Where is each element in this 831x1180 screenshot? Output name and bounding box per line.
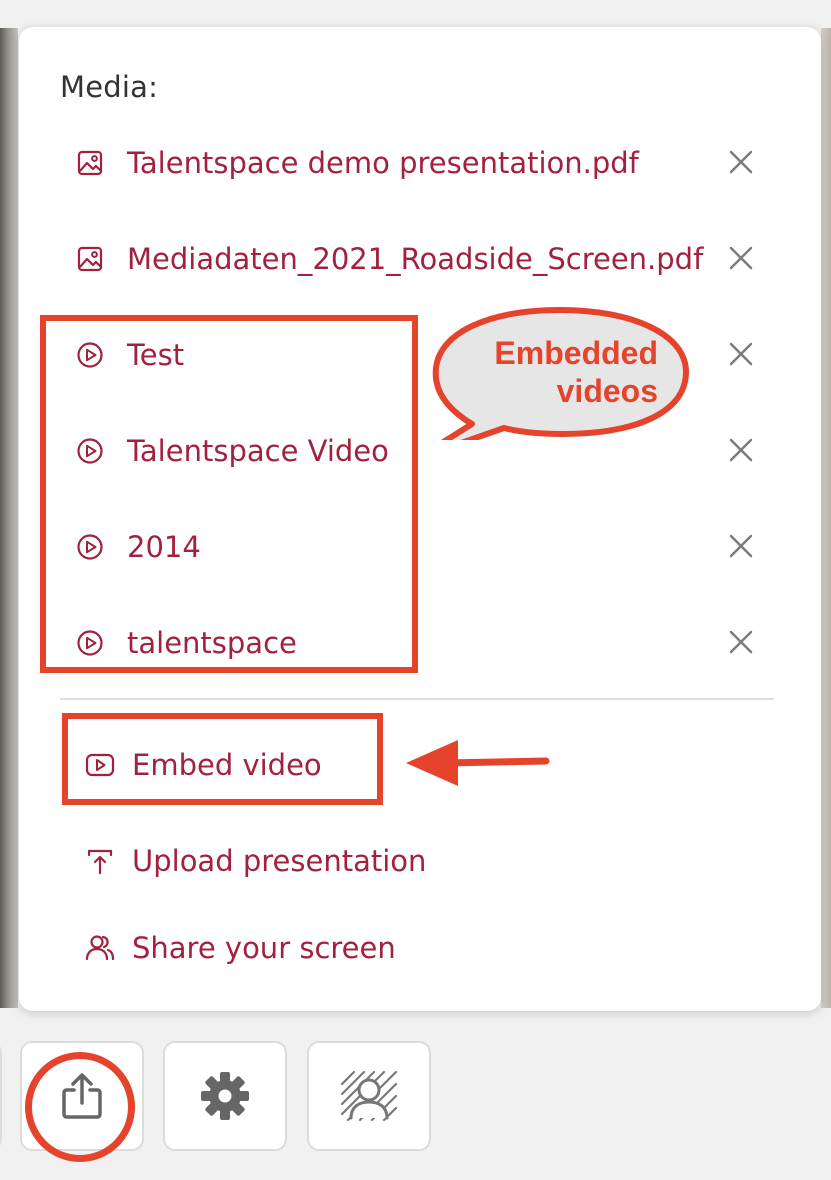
- media-heading: Media:: [60, 70, 159, 104]
- speech-bubble-text: Embedded videos: [448, 334, 658, 410]
- bubble-line-2: videos: [556, 373, 658, 409]
- upload-icon: [84, 845, 116, 877]
- users-icon: [84, 932, 116, 964]
- close-icon: [729, 534, 753, 558]
- remove-button[interactable]: [722, 335, 760, 373]
- media-item-pdf-2[interactable]: Mediadaten_2021_Roadside_Screen.pdf: [76, 239, 776, 279]
- remove-button[interactable]: [722, 431, 760, 469]
- background-video-right: [821, 28, 831, 1008]
- media-item-label: Talentspace demo presentation.pdf: [127, 146, 639, 180]
- remove-button[interactable]: [722, 143, 760, 181]
- annotation-box-videos: [40, 315, 418, 673]
- close-icon: [729, 150, 753, 174]
- close-icon: [729, 246, 753, 270]
- upload-presentation-label: Upload presentation: [132, 844, 427, 878]
- divider: [60, 698, 774, 700]
- annotation-circle: [25, 1052, 135, 1162]
- toolbar-button-partial[interactable]: [0, 1041, 2, 1151]
- share-screen-button[interactable]: Share your screen: [84, 928, 396, 968]
- background-blur-icon: [340, 1070, 398, 1122]
- bubble-line-1: Embedded: [494, 335, 658, 371]
- image-icon: [76, 149, 104, 177]
- close-icon: [729, 630, 753, 654]
- remove-button[interactable]: [722, 623, 760, 661]
- media-item-pdf-1[interactable]: Talentspace demo presentation.pdf: [76, 143, 776, 183]
- arrow-left-icon: [406, 740, 550, 786]
- remove-button[interactable]: [722, 527, 760, 565]
- settings-button[interactable]: [163, 1041, 287, 1151]
- media-item-label: Mediadaten_2021_Roadside_Screen.pdf: [127, 242, 704, 276]
- background-blur-button[interactable]: [307, 1041, 431, 1151]
- background-video-left: [0, 28, 18, 1008]
- share-screen-label: Share your screen: [132, 931, 396, 965]
- upload-presentation-button[interactable]: Upload presentation: [84, 841, 426, 881]
- close-icon: [729, 342, 753, 366]
- remove-button[interactable]: [722, 239, 760, 277]
- close-icon: [729, 438, 753, 462]
- annotation-box-embed: [62, 713, 383, 805]
- gear-icon: [201, 1072, 249, 1120]
- image-icon: [76, 245, 104, 273]
